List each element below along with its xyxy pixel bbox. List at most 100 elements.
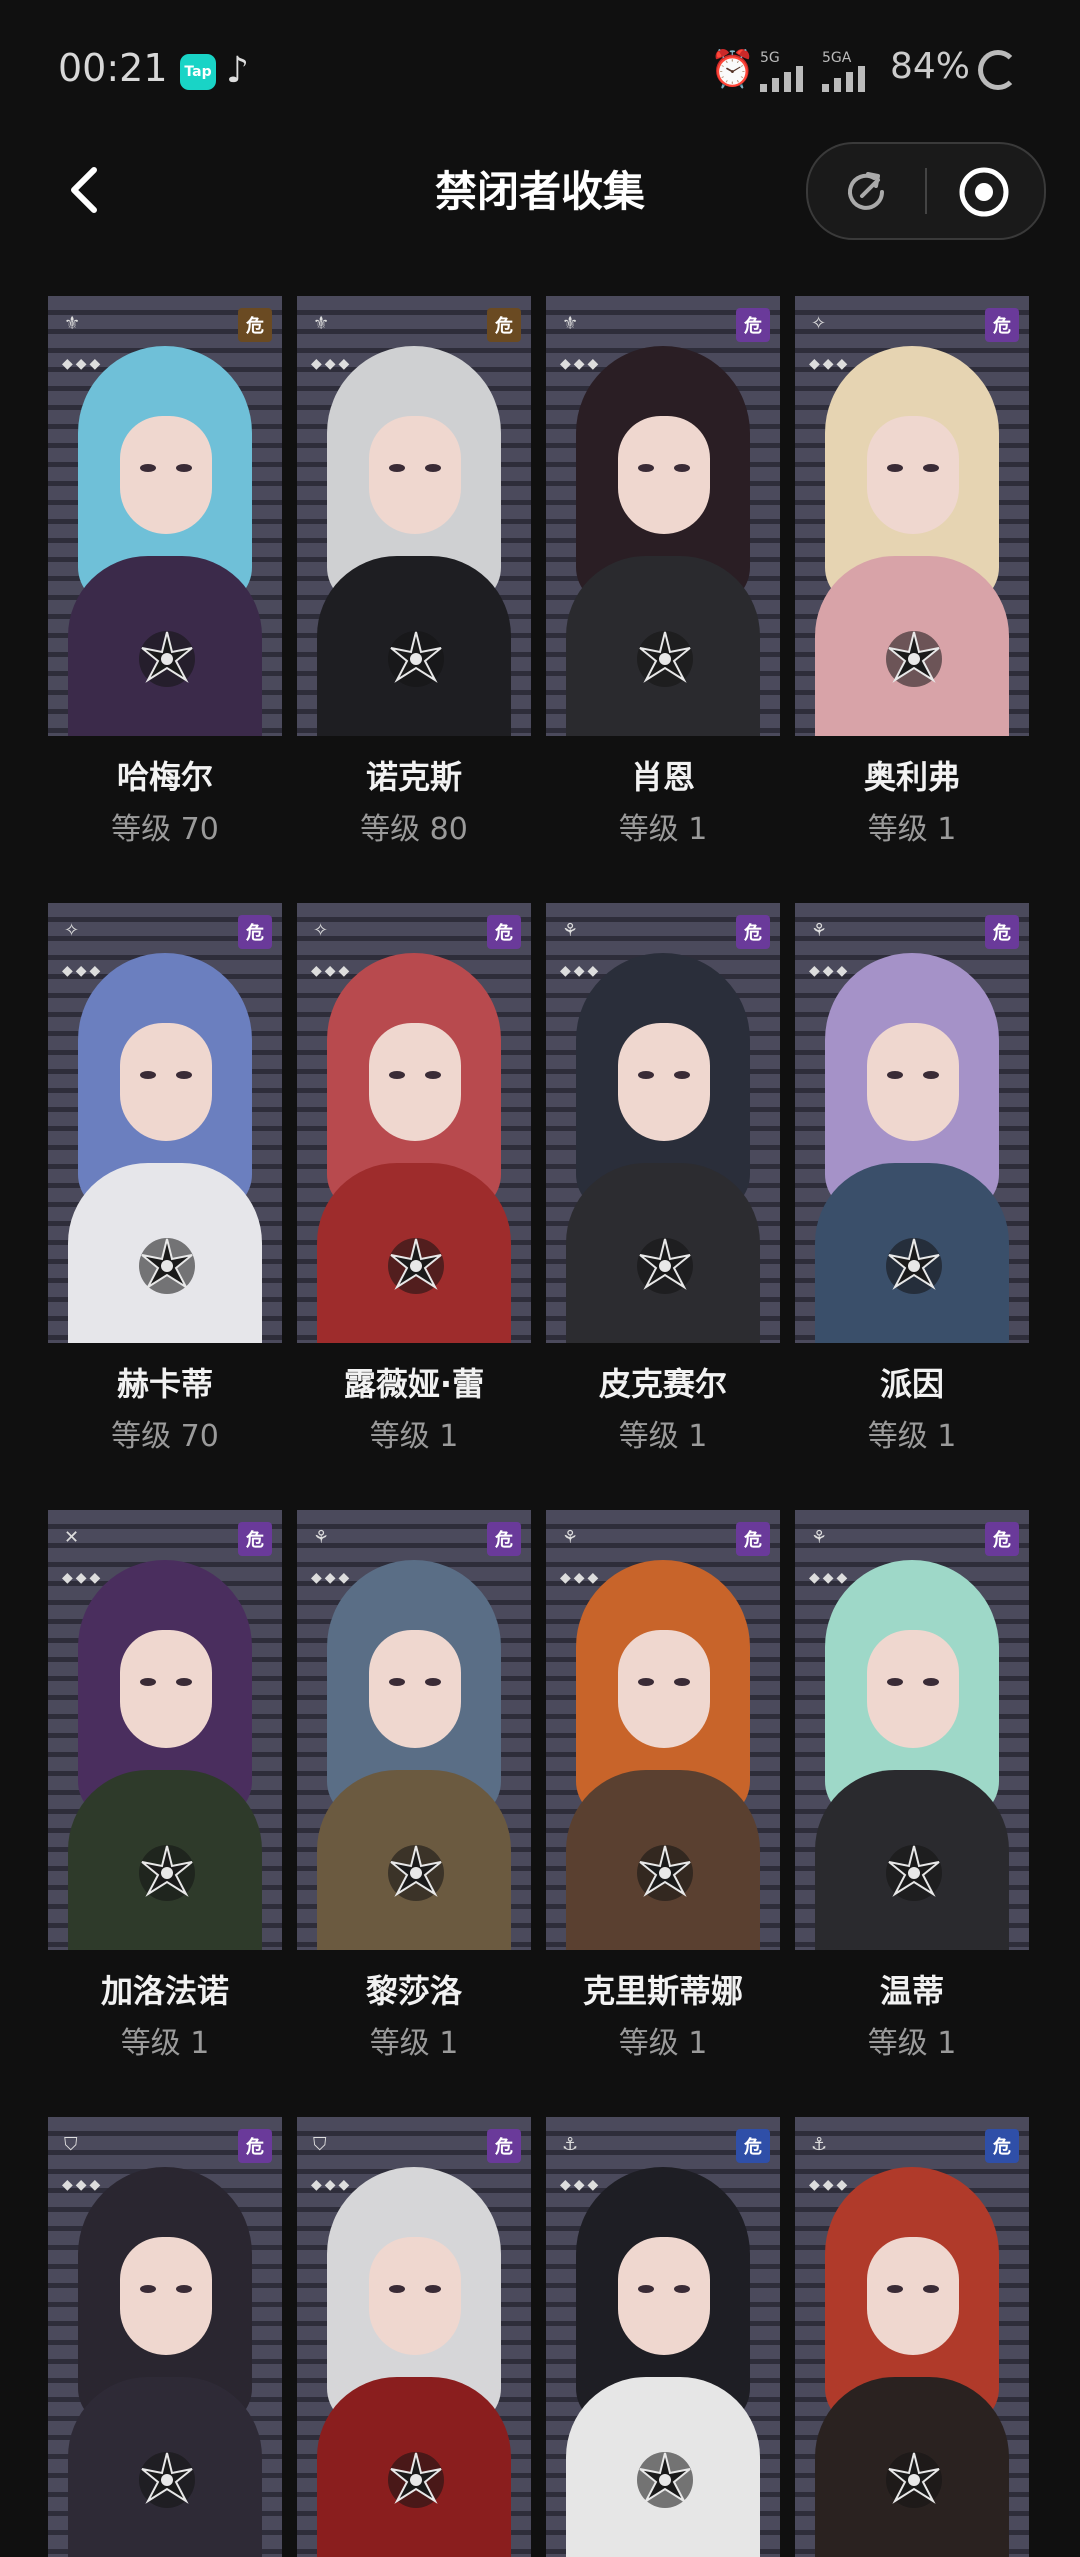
character-name: 皮克赛尔: [598, 1365, 727, 1403]
share-refresh-icon[interactable]: [838, 164, 894, 220]
character-eye: [887, 1678, 903, 1686]
character-level: 等级 1: [369, 1419, 459, 1454]
character-level: 等级 1: [369, 2026, 459, 2061]
character-level: 等级 1: [120, 2026, 210, 2061]
character-level: 等级 80: [360, 812, 468, 847]
class-icon: ⚓: [811, 2134, 828, 2155]
danger-badge-icon: 危: [238, 2129, 272, 2163]
character-face: [618, 2237, 710, 2355]
character-eye: [389, 1071, 405, 1079]
rank-dots-icon: ◆◆◆: [62, 356, 104, 372]
character-eye: [389, 464, 405, 472]
close-target-icon[interactable]: [956, 164, 1012, 220]
danger-badge-icon: 危: [985, 2129, 1019, 2163]
class-icon: ⚜: [313, 313, 330, 334]
character-portrait: ⚘ ◆◆◆ 危: [297, 1510, 531, 1950]
loading-ring-icon: [978, 50, 1018, 90]
character-eye: [425, 1071, 441, 1079]
class-icon: ⚓: [562, 2134, 579, 2155]
character-eye: [425, 464, 441, 472]
danger-badge-icon: 危: [985, 915, 1019, 949]
danger-badge-icon: 危: [736, 2129, 770, 2163]
character-portrait: ✕ ◆◆◆ 危: [48, 1510, 282, 1950]
star-emblem-icon: [388, 631, 444, 687]
character-face: [120, 2237, 212, 2355]
rank-dots-icon: ◆◆◆: [560, 356, 602, 372]
status-time: 00:21: [58, 46, 168, 90]
character-level: 等级 1: [618, 1419, 708, 1454]
danger-badge-icon: 危: [238, 1522, 272, 1556]
character-eye: [674, 1071, 690, 1079]
character-face: [120, 1023, 212, 1141]
character-face: [369, 1023, 461, 1141]
star-emblem-icon: [886, 631, 942, 687]
star-emblem-icon: [886, 2452, 942, 2508]
class-icon: ✧: [64, 920, 80, 941]
character-portrait: ⚜ ◆◆◆ 危: [546, 296, 780, 736]
character-level: 等级 70: [111, 812, 219, 847]
character-eye: [887, 2285, 903, 2293]
character-face: [618, 1630, 710, 1748]
star-emblem-icon: [886, 1845, 942, 1901]
character-name: 克里斯蒂娜: [582, 1972, 743, 2010]
rank-dots-icon: ◆◆◆: [311, 356, 353, 372]
rank-dots-icon: ◆◆◆: [62, 2177, 104, 2193]
character-portrait: ⚘ ◆◆◆ 危: [795, 903, 1029, 1343]
character-eye: [923, 1678, 939, 1686]
character-name: 赫卡蒂: [116, 1365, 213, 1403]
character-portrait: ⚓ ◆◆◆ 危: [795, 2117, 1029, 2557]
character-eye: [176, 2285, 192, 2293]
danger-badge-icon: 危: [487, 2129, 521, 2163]
character-portrait: ⚜ ◆◆◆ 危: [297, 296, 531, 736]
danger-badge-icon: 危: [985, 308, 1019, 342]
character-portrait: ⚜ ◆◆◆ 危: [48, 296, 282, 736]
class-icon: ⚘: [562, 1527, 579, 1548]
danger-badge-icon: 危: [238, 308, 272, 342]
danger-badge-icon: 危: [487, 915, 521, 949]
character-face: [867, 1630, 959, 1748]
star-emblem-icon: [637, 631, 693, 687]
character-name: 露薇娅·蕾: [343, 1365, 485, 1403]
class-icon: ⚘: [811, 920, 828, 941]
rank-dots-icon: ◆◆◆: [311, 963, 353, 979]
character-portrait: ⚘ ◆◆◆ 危: [546, 903, 780, 1343]
character-level: 等级 1: [618, 2026, 708, 2061]
character-portrait: ✧ ◆◆◆ 危: [48, 903, 282, 1343]
rank-dots-icon: ◆◆◆: [560, 2177, 602, 2193]
class-icon: ⚜: [64, 313, 81, 334]
danger-badge-icon: 危: [736, 915, 770, 949]
character-eye: [638, 1678, 654, 1686]
rank-dots-icon: ◆◆◆: [560, 1570, 602, 1586]
character-level: 等级 1: [618, 812, 708, 847]
character-name: 肖恩: [630, 758, 695, 796]
class-icon: ✕: [64, 1527, 80, 1548]
character-name: 黎莎洛: [365, 1972, 462, 2010]
character-face: [369, 1630, 461, 1748]
taptap-app-icon: Tap: [180, 54, 216, 90]
character-face: [867, 2237, 959, 2355]
danger-badge-icon: 危: [736, 308, 770, 342]
class-icon: ✧: [811, 313, 827, 334]
character-eye: [674, 2285, 690, 2293]
character-eye: [887, 464, 903, 472]
battery-percent: 84%: [890, 46, 971, 87]
character-portrait: ✧ ◆◆◆ 危: [297, 903, 531, 1343]
rank-dots-icon: ◆◆◆: [62, 1570, 104, 1586]
character-face: [369, 2237, 461, 2355]
character-eye: [425, 1678, 441, 1686]
character-portrait: ⛉ ◆◆◆ 危: [297, 2117, 531, 2557]
rank-dots-icon: ◆◆◆: [311, 1570, 353, 1586]
character-eye: [140, 1678, 156, 1686]
class-icon: ⚜: [562, 313, 579, 334]
class-icon: ✧: [313, 920, 329, 941]
character-face: [618, 416, 710, 534]
character-eye: [176, 1071, 192, 1079]
character-eye: [638, 2285, 654, 2293]
rank-dots-icon: ◆◆◆: [809, 2177, 851, 2193]
star-emblem-icon: [637, 1238, 693, 1294]
character-name: 哈梅尔: [116, 758, 213, 796]
rank-dots-icon: ◆◆◆: [809, 1570, 851, 1586]
danger-badge-icon: 危: [487, 308, 521, 342]
character-portrait: ✧ ◆◆◆ 危: [795, 296, 1029, 736]
character-face: [120, 416, 212, 534]
